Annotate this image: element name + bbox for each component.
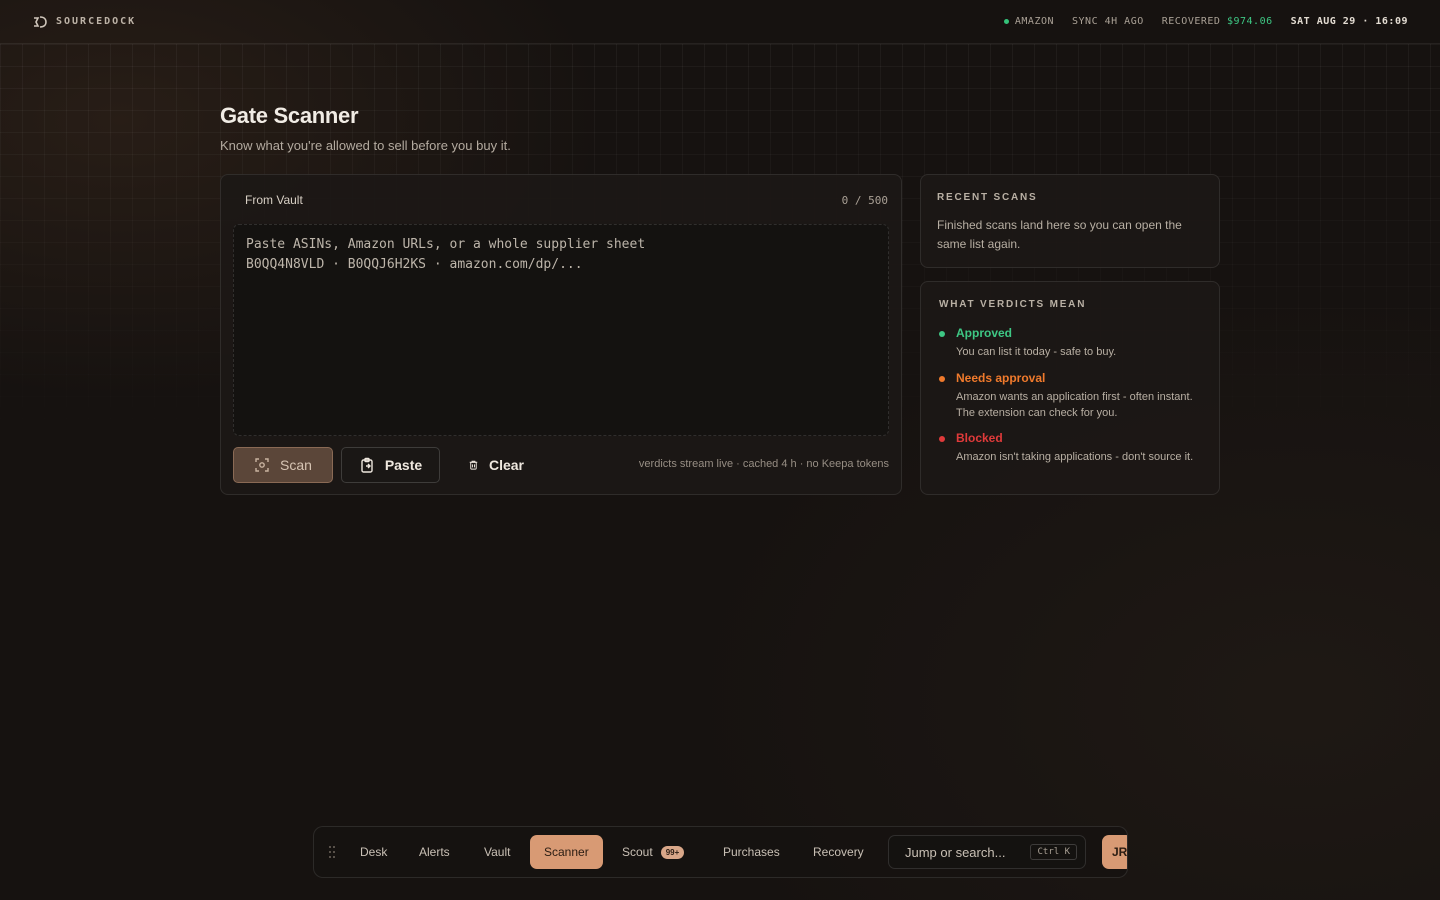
- marketplace-status: AMAZON: [1003, 16, 1055, 27]
- nav-label: Alerts: [419, 845, 450, 859]
- nav-purchases[interactable]: Purchases: [709, 835, 794, 869]
- drag-handle-icon[interactable]: [328, 845, 336, 859]
- paste-button[interactable]: Paste: [341, 447, 440, 483]
- recovered-status: RECOVERED $974.06: [1162, 16, 1273, 27]
- paste-button-label: Paste: [384, 457, 423, 473]
- verdict-label: Needs approval: [956, 371, 1046, 385]
- verdicts-title: WHAT VERDICTS MEAN: [939, 299, 1087, 310]
- approved-dot-icon: [939, 331, 945, 337]
- marketplace-label: AMAZON: [1014, 16, 1055, 27]
- verdicts-card: WHAT VERDICTS MEAN Approved You can list…: [920, 281, 1220, 495]
- recent-scans-title: RECENT SCANS: [937, 192, 1038, 203]
- bottom-dock: Desk Alerts Vault Scanner Scout 99+ Purch…: [313, 826, 1128, 878]
- verdict-label: Approved: [956, 326, 1013, 340]
- nav-alerts[interactable]: Alerts: [405, 835, 464, 869]
- needs-approval-dot-icon: [939, 376, 945, 382]
- top-bar: SOURCEDOCK AMAZON SYNC 4H AGO RECOVERED …: [0, 0, 1440, 44]
- brand[interactable]: SOURCEDOCK: [32, 14, 136, 30]
- scan-hint: verdicts stream live · cached 4 h · no K…: [638, 458, 889, 470]
- avatar[interactable]: JR: [1102, 835, 1127, 869]
- logo-icon: [34, 15, 47, 28]
- page-title: Gate Scanner: [220, 103, 359, 128]
- nav-label: Scanner: [544, 845, 589, 859]
- clear-button[interactable]: Clear: [451, 447, 541, 483]
- verdict-desc: Amazon isn't taking applications - don't…: [956, 451, 1194, 463]
- asin-input[interactable]: Paste ASINs, Amazon URLs, or a whole sup…: [233, 224, 889, 436]
- blocked-dot-icon: [939, 436, 945, 442]
- shortcut-hint: Ctrl K: [1030, 844, 1077, 860]
- verdict-label: Blocked: [956, 431, 1003, 445]
- nav-label: Vault: [484, 845, 511, 859]
- sync-status: SYNC 4H AGO: [1072, 16, 1144, 27]
- nav-desk[interactable]: Desk: [346, 835, 401, 869]
- verdict-desc: You can list it today - safe to buy.: [956, 346, 1117, 358]
- online-dot-icon: [1003, 18, 1009, 24]
- status-bar: AMAZON SYNC 4H AGO RECOVERED $974.06 SAT…: [1003, 16, 1408, 27]
- nav-label: Scout: [622, 845, 653, 859]
- nav-label: Recovery: [813, 845, 864, 859]
- datetime: SAT AUG 29 · 16:09: [1290, 16, 1408, 27]
- scan-button-label: Scan: [280, 457, 312, 473]
- source-label[interactable]: From Vault: [245, 193, 303, 207]
- trash-icon: [469, 460, 478, 470]
- scout-count-badge: 99+: [660, 845, 685, 859]
- verdict-desc: Amazon wants an application first - ofte…: [956, 391, 1193, 419]
- brand-name: SOURCEDOCK: [56, 16, 137, 27]
- clear-button-label: Clear: [488, 457, 524, 473]
- search-placeholder: Jump or search...: [905, 844, 1006, 860]
- scanner-panel: From Vault 0 / 500 Paste ASINs, Amazon U…: [220, 174, 902, 495]
- scan-icon: [255, 458, 269, 472]
- nav-label: Purchases: [723, 845, 780, 859]
- nav-scanner[interactable]: Scanner: [530, 835, 603, 869]
- nav-label: Desk: [360, 845, 388, 859]
- nav-vault[interactable]: Vault: [470, 835, 524, 869]
- page-subtitle: Know what you're allowed to sell before …: [220, 138, 511, 153]
- asin-count: 0 / 500: [841, 194, 888, 207]
- nav-recovery[interactable]: Recovery: [799, 835, 878, 869]
- recovered-label: RECOVERED: [1161, 16, 1221, 27]
- command-search[interactable]: Jump or search... Ctrl K: [888, 835, 1086, 869]
- recent-scans-text: Finished scans land here so you can open…: [937, 218, 1182, 251]
- nav-scout[interactable]: Scout 99+: [608, 835, 698, 869]
- clipboard-icon: [361, 457, 373, 473]
- scan-button[interactable]: Scan: [233, 447, 333, 483]
- recent-scans-card: RECENT SCANS Finished scans land here so…: [920, 174, 1220, 268]
- recovered-value: $974.06: [1226, 16, 1273, 27]
